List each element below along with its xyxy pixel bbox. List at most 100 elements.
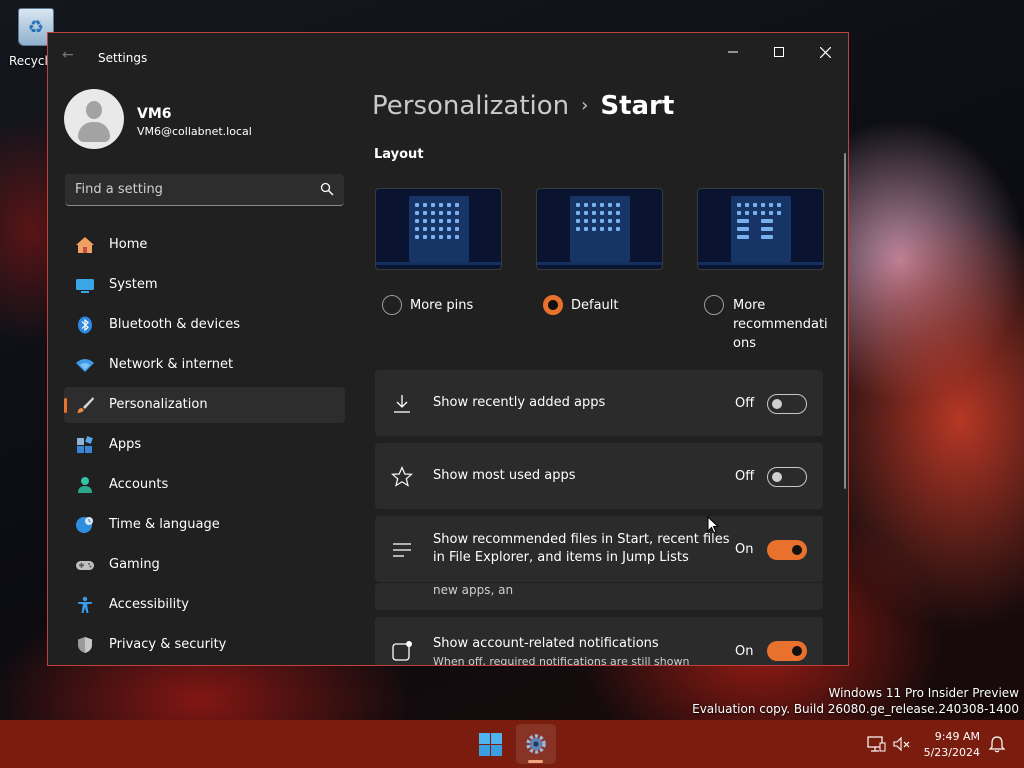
setting-sublabel: When off, required notifications are sti… xyxy=(433,655,690,666)
sidebar-item-privacy-security[interactable]: Privacy & security xyxy=(64,627,345,663)
sidebar-item-label: Home xyxy=(109,237,148,252)
windows-start-icon[interactable] xyxy=(479,733,502,756)
toggle-most-used[interactable] xyxy=(767,467,807,487)
sidebar-item-accessibility[interactable]: Accessibility xyxy=(64,587,345,623)
sidebar-item-label: Bluetooth & devices xyxy=(109,317,240,332)
title-bar[interactable]: ← Settings xyxy=(48,33,848,67)
sidebar-item-label: Gaming xyxy=(109,557,160,572)
minimize-button[interactable] xyxy=(710,39,756,65)
mouse-cursor-icon xyxy=(707,516,719,534)
clock-date: 5/23/2024 xyxy=(923,746,980,759)
start-panel-preview xyxy=(409,196,469,262)
gear-icon xyxy=(526,734,546,754)
sidebar-item-label: Personalization xyxy=(109,397,208,412)
sidebar-item-bluetooth[interactable]: Bluetooth & devices xyxy=(64,307,345,343)
setting-label: Show account-related notifications xyxy=(433,636,659,651)
sidebar-item-label: Accessibility xyxy=(109,597,189,612)
layout-thumbnail-more-pins[interactable] xyxy=(375,188,502,270)
search-input[interactable] xyxy=(65,174,315,205)
notification-bell-icon[interactable] xyxy=(987,734,1007,754)
radio-label-line-1: More xyxy=(733,298,766,313)
avatar[interactable] xyxy=(64,89,124,149)
radio-default[interactable] xyxy=(543,295,563,315)
active-app-indicator xyxy=(528,760,543,763)
window-title: Settings xyxy=(98,51,148,65)
setting-card-recommended-files[interactable]: Show recommended files in Start, recent … xyxy=(375,516,823,582)
layout-thumbnail-more-recommendations[interactable] xyxy=(697,188,824,270)
toggle-state-label: Off xyxy=(735,469,755,484)
scrollbar[interactable] xyxy=(844,153,846,489)
evaluation-watermark: Windows 11 Pro Insider Preview Evaluatio… xyxy=(692,685,1019,717)
search-box[interactable] xyxy=(65,174,344,206)
profile-name: VM6 xyxy=(137,106,172,122)
radio-more-recommendations[interactable] xyxy=(704,295,724,315)
toggle-recently-added[interactable] xyxy=(767,394,807,414)
setting-label: Show most used apps xyxy=(433,468,576,483)
avatar-head xyxy=(86,101,102,119)
profile-email: VM6@collabnet.local xyxy=(137,125,252,138)
monitor-icon xyxy=(76,279,94,293)
list-icon xyxy=(393,543,411,557)
pins-grid xyxy=(737,203,781,239)
search-icon[interactable] xyxy=(320,182,334,196)
taskbar-preview xyxy=(376,262,501,265)
hidden-setting-peek-text: new apps, an xyxy=(433,583,514,597)
brush-icon xyxy=(77,397,94,413)
taskbar-settings-button[interactable] xyxy=(516,724,556,764)
setting-card-account-notifications[interactable]: Show account-related notifications When … xyxy=(375,617,823,666)
star-icon xyxy=(391,466,413,487)
radio-label-default[interactable]: Default xyxy=(571,296,619,315)
system-clock[interactable]: 9:49 AM 5/23/2024 xyxy=(920,729,980,761)
taskbar: 9:49 AM 5/23/2024 xyxy=(0,720,1024,768)
sidebar-nav: Home System Bluetooth & devices Network … xyxy=(64,227,345,665)
sidebar-item-time-language[interactable]: Time & language xyxy=(64,507,345,543)
sidebar-item-label: Network & internet xyxy=(109,357,234,372)
clock-time: 9:49 AM xyxy=(934,730,980,743)
toggle-account-notifications[interactable] xyxy=(767,641,807,661)
setting-card-partially-hidden[interactable]: new apps, an xyxy=(375,583,823,610)
toggle-recommended-files[interactable] xyxy=(767,540,807,560)
breadcrumb: Personalization › Start xyxy=(372,91,674,121)
apps-icon xyxy=(77,436,93,453)
sidebar-item-accounts[interactable]: Accounts xyxy=(64,467,345,503)
volume-muted-icon[interactable] xyxy=(892,734,912,754)
sidebar-item-apps[interactable]: Apps xyxy=(64,427,345,463)
gamepad-icon xyxy=(76,561,94,570)
sidebar-item-label: Time & language xyxy=(109,517,220,532)
sidebar-item-gaming[interactable]: Gaming xyxy=(64,547,345,583)
page-title: Start xyxy=(600,91,675,121)
back-arrow-icon[interactable]: ← xyxy=(62,47,74,63)
sidebar-item-network[interactable]: Network & internet xyxy=(64,347,345,383)
close-icon xyxy=(819,46,831,58)
download-icon xyxy=(394,395,410,413)
sidebar-item-system[interactable]: System xyxy=(64,267,345,303)
home-icon xyxy=(76,237,94,253)
setting-label-line-2: in File Explorer, and items in Jump List… xyxy=(433,550,689,565)
layout-thumbnail-default[interactable] xyxy=(536,188,663,270)
bluetooth-icon xyxy=(78,316,92,334)
settings-window: ← Settings VM6 VM6@collabnet.local Hom xyxy=(47,32,849,666)
radio-label-more-pins[interactable]: More pins xyxy=(410,296,473,315)
sidebar-item-personalization[interactable]: Personalization xyxy=(64,387,345,423)
display-network-icon[interactable] xyxy=(866,734,886,754)
setting-label: Show recently added apps xyxy=(433,395,606,410)
breadcrumb-parent[interactable]: Personalization xyxy=(372,91,569,121)
setting-card-most-used[interactable]: Show most used apps Off xyxy=(375,443,823,509)
maximize-button[interactable] xyxy=(756,39,802,65)
radio-label-line-2: recommendati xyxy=(733,317,828,332)
radio-label-more-recommendations[interactable]: More recommendati ons xyxy=(733,296,828,353)
accessibility-icon xyxy=(78,596,92,613)
setting-card-recently-added[interactable]: Show recently added apps Off xyxy=(375,370,823,436)
wifi-icon xyxy=(76,359,94,372)
close-button[interactable] xyxy=(802,39,848,65)
taskbar-preview xyxy=(698,262,823,265)
sidebar-item-home[interactable]: Home xyxy=(64,227,345,263)
watermark-line-2: Evaluation copy. Build 26080.ge_release.… xyxy=(692,702,1019,716)
taskbar-preview xyxy=(537,262,662,265)
radio-more-pins[interactable] xyxy=(382,295,402,315)
shield-icon xyxy=(78,637,92,653)
breadcrumb-separator: › xyxy=(581,95,589,116)
pins-grid xyxy=(415,203,459,239)
layout-heading: Layout xyxy=(374,147,424,162)
pins-grid xyxy=(576,203,620,231)
